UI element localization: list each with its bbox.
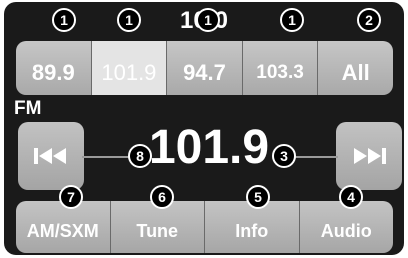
info-button[interactable]: Info [205,201,300,253]
callout-1: 1 [280,8,304,32]
band-label: FM [14,98,42,119]
callout-1: 1 [196,8,220,32]
preset-button-1[interactable]: 89.9 [16,41,92,95]
callout-7: 7 [59,185,83,209]
callout-6: 6 [150,185,174,209]
callout-3: 3 [272,144,296,168]
all-presets-button[interactable]: All [318,41,393,95]
callout-1: 1 [117,8,141,32]
preset-button-3[interactable]: 94.7 [167,41,243,95]
am-sxm-button[interactable]: AM/SXM [16,201,111,253]
callout-5: 5 [246,185,270,209]
seek-down-button[interactable] [18,122,84,190]
callout-4: 4 [339,185,363,209]
leader-line-right [294,156,338,158]
preset-button-4[interactable]: 103.3 [242,41,319,95]
seek-back-icon [34,148,66,164]
preset-bar: 89.9 101.9 94.7 103.3 All [16,41,393,95]
callout-1: 1 [52,8,76,32]
seek-forward-icon [354,148,386,164]
tune-button[interactable]: Tune [110,201,205,253]
frequency-display: 101.9 [148,121,270,174]
seek-up-button[interactable] [336,122,402,190]
preset-button-2[interactable]: 101.9 [91,41,168,95]
radio-screen: 10:0 89.9 101.9 94.7 103.3 All FM 101.9 … [4,2,404,255]
callout-8: 8 [128,144,152,168]
audio-button[interactable]: Audio [299,201,393,253]
callout-2: 2 [357,8,381,32]
